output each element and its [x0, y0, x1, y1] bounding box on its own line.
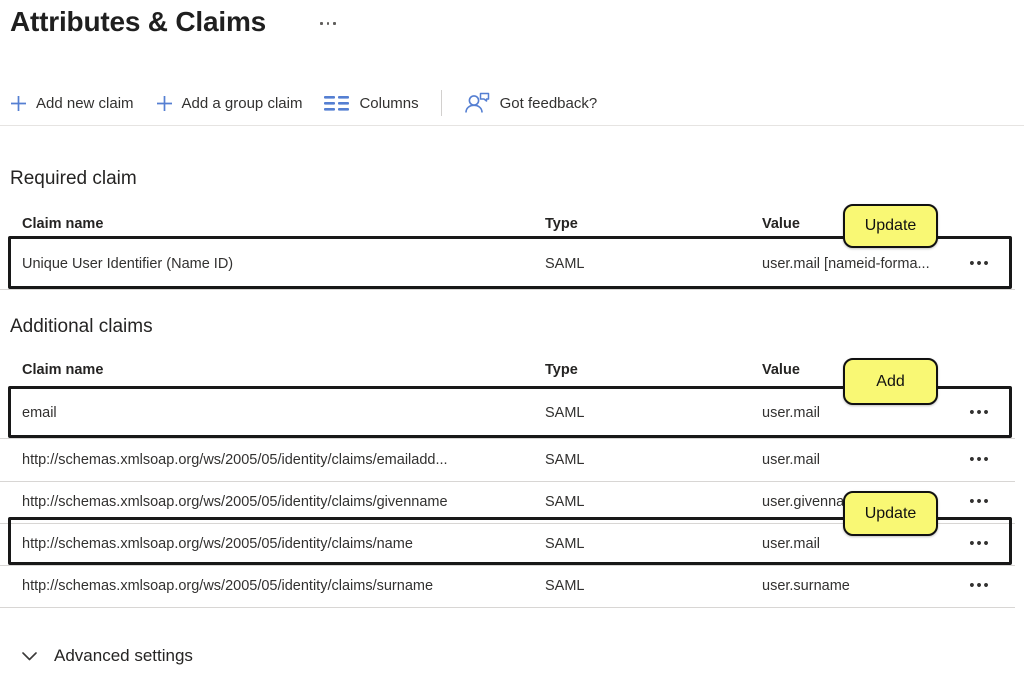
table-row[interactable]: http://schemas.xmlsoap.org/ws/2005/05/id… — [0, 438, 1015, 482]
more-options-icon[interactable] — [316, 18, 340, 29]
add-new-claim-button[interactable]: Add new claim — [10, 95, 134, 112]
type-cell: SAML — [545, 256, 585, 272]
row-menu-icon[interactable]: ••• — [956, 452, 1004, 468]
type-cell: SAML — [545, 405, 585, 421]
attributes-claims-page: Attributes & Claims Add new claim Add a … — [0, 0, 1024, 673]
callout-add-additional: Add — [843, 358, 938, 405]
claim-name-cell: email — [22, 405, 537, 421]
columns-button[interactable]: Columns — [324, 95, 418, 112]
type-cell: SAML — [545, 536, 585, 552]
value-cell: user.mail — [762, 405, 958, 421]
got-feedback-button[interactable]: Got feedback? — [464, 91, 598, 115]
toolbar-divider — [441, 90, 442, 116]
plus-icon — [10, 95, 27, 112]
columns-label: Columns — [359, 95, 418, 112]
claim-name-cell: Unique User Identifier (Name ID) — [22, 256, 537, 272]
column-header-type: Type — [545, 216, 578, 232]
columns-icon — [324, 96, 350, 111]
add-group-claim-label: Add a group claim — [182, 95, 303, 112]
callout-update-required: Update — [843, 204, 938, 248]
value-cell: user.mail — [762, 536, 958, 552]
type-cell: SAML — [545, 452, 585, 468]
command-bar: Add new claim Add a group claim Columns — [10, 86, 597, 120]
table-row[interactable]: http://schemas.xmlsoap.org/ws/2005/05/id… — [0, 565, 1015, 608]
advanced-settings-toggle[interactable]: Advanced settings — [20, 642, 195, 670]
column-header-claim-name: Claim name — [22, 362, 537, 378]
row-menu-icon[interactable]: ••• — [956, 536, 1004, 552]
required-claim-heading: Required claim — [10, 168, 137, 190]
advanced-settings-label: Advanced settings — [54, 646, 193, 666]
chevron-down-icon — [22, 652, 37, 661]
column-header-type: Type — [545, 362, 578, 378]
add-group-claim-button[interactable]: Add a group claim — [156, 95, 303, 112]
value-cell: user.surname — [762, 578, 958, 594]
claim-name-cell: http://schemas.xmlsoap.org/ws/2005/05/id… — [22, 578, 537, 594]
callout-update-additional: Update — [843, 491, 938, 536]
value-cell: user.mail [nameid-forma... — [762, 256, 958, 272]
feedback-icon — [464, 91, 491, 115]
plus-icon — [156, 95, 173, 112]
additional-claims-heading: Additional claims — [10, 316, 153, 338]
column-header-claim-name: Claim name — [22, 216, 537, 232]
row-menu-icon[interactable]: ••• — [956, 494, 1004, 510]
claim-name-cell: http://schemas.xmlsoap.org/ws/2005/05/id… — [22, 536, 537, 552]
row-menu-icon[interactable]: ••• — [956, 405, 1004, 421]
page-title: Attributes & Claims — [10, 6, 266, 38]
got-feedback-label: Got feedback? — [500, 95, 598, 112]
claim-name-cell: http://schemas.xmlsoap.org/ws/2005/05/id… — [22, 452, 537, 468]
type-cell: SAML — [545, 578, 585, 594]
row-menu-icon[interactable]: ••• — [956, 578, 1004, 594]
add-new-claim-label: Add new claim — [36, 95, 134, 112]
claim-name-cell: http://schemas.xmlsoap.org/ws/2005/05/id… — [22, 494, 537, 510]
row-menu-icon[interactable]: ••• — [956, 256, 1004, 272]
toolbar-rule — [0, 125, 1024, 126]
value-cell: user.mail — [762, 452, 958, 468]
type-cell: SAML — [545, 494, 585, 510]
